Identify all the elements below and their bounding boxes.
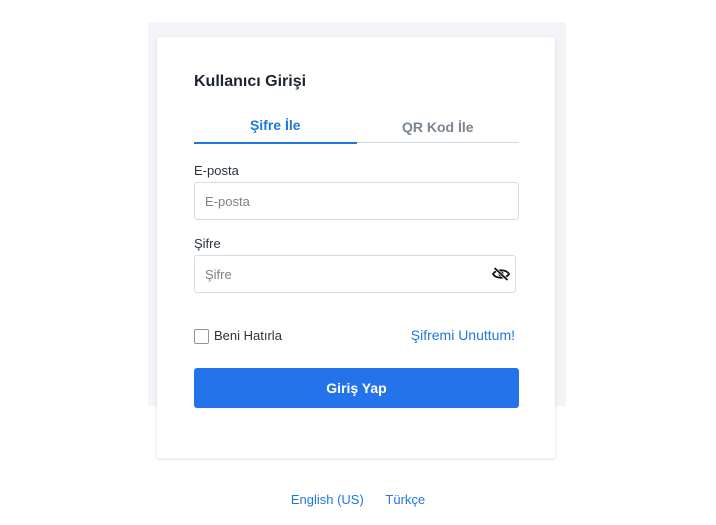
password-field[interactable] bbox=[205, 256, 465, 292]
forgot-password-link[interactable]: Şifremi Unuttum! bbox=[411, 327, 515, 343]
email-label: E-posta bbox=[194, 163, 239, 178]
login-card: Kullanıcı Girişi Şifre İle QR Kod İle E-… bbox=[157, 37, 555, 458]
language-switcher: English (US) Türkçe bbox=[0, 492, 716, 507]
tab-qr-code[interactable]: QR Kod İle bbox=[357, 113, 520, 142]
tab-password[interactable]: Şifre İle bbox=[194, 113, 357, 144]
email-field[interactable] bbox=[205, 183, 465, 219]
language-english-link[interactable]: English (US) bbox=[291, 492, 364, 507]
login-button[interactable]: Giriş Yap bbox=[194, 368, 519, 408]
password-label: Şifre bbox=[194, 236, 221, 251]
email-field-container bbox=[194, 182, 519, 220]
eye-slash-icon[interactable] bbox=[491, 266, 511, 282]
remember-me-label[interactable]: Beni Hatırla bbox=[214, 328, 282, 343]
page-title: Kullanıcı Girişi bbox=[194, 73, 307, 90]
login-tabs: Şifre İle QR Kod İle bbox=[194, 113, 520, 144]
password-field-container bbox=[194, 255, 516, 293]
remember-me-checkbox[interactable] bbox=[194, 329, 209, 344]
language-turkish-link[interactable]: Türkçe bbox=[385, 492, 425, 507]
